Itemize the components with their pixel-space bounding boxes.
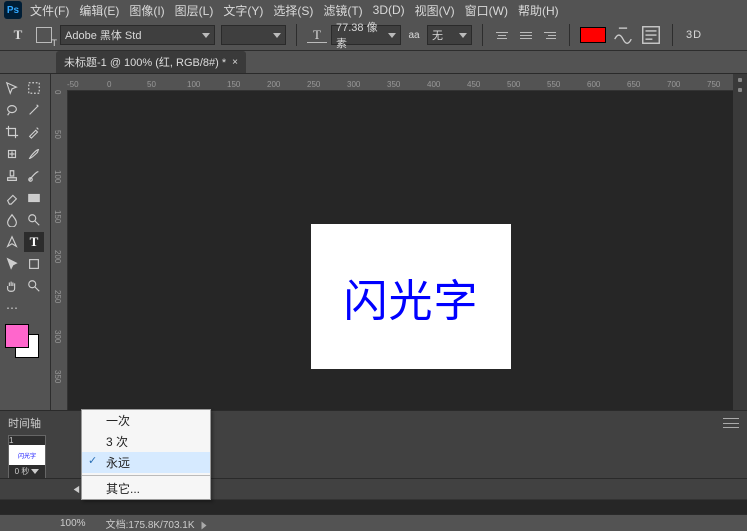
close-icon[interactable]: × [232, 57, 238, 68]
ruler-corner [51, 74, 68, 91]
edit-toolbar[interactable]: ⋯ [2, 298, 22, 318]
brush-tool[interactable] [24, 144, 44, 164]
color-swatches[interactable] [2, 320, 44, 360]
chevron-down-icon [273, 33, 281, 38]
document-tab-title: 未标题-1 @ 100% (红, RGB/8#) * [64, 54, 226, 70]
font-size-select[interactable]: 77.38 像素 [331, 25, 401, 45]
text-color-swatch[interactable] [580, 27, 606, 43]
ruler-horizontal: -50 0 50 100 150 200 250 300 350 400 450… [67, 74, 747, 91]
dodge-tool[interactable] [24, 210, 44, 230]
separator [569, 24, 570, 46]
foreground-color[interactable] [5, 324, 29, 348]
separator [296, 24, 297, 46]
chevron-down-icon [202, 33, 210, 38]
type-tool[interactable]: T [24, 232, 44, 252]
eyedropper-tool[interactable] [24, 122, 44, 142]
frame-duration[interactable]: 0 秒 [13, 465, 42, 478]
toolbox: T ⋯ [0, 74, 51, 410]
zoom-tool[interactable] [24, 276, 44, 296]
tool-orientation-icon[interactable] [34, 25, 54, 45]
chevron-down-icon [459, 33, 467, 38]
menu-layer[interactable]: 图层(L) [175, 2, 214, 19]
options-bar: T Adobe 黑体 Std T 77.38 像素 aa 无 3D [0, 20, 747, 51]
loop-options-menu: 一次 3 次 永远 其它... [81, 409, 211, 500]
status-bar: 100% 文档:175.8K/703.1K [0, 514, 747, 531]
chevron-down-icon [388, 33, 396, 38]
document-canvas[interactable]: 闪光字 [311, 224, 511, 369]
panel-dock-strip[interactable] [733, 74, 747, 410]
antialias-select[interactable]: 无 [427, 25, 472, 45]
blur-tool[interactable] [2, 210, 22, 230]
frame-number: 1 [7, 436, 47, 445]
bottom-ruler [0, 499, 747, 514]
frame-preview: 闪光字 [9, 445, 45, 465]
menu-separator [82, 475, 210, 476]
doc-info[interactable]: 文档:175.8K/703.1K [106, 516, 209, 531]
separator [482, 24, 483, 46]
current-tool-icon[interactable]: T [8, 25, 28, 45]
path-select-tool[interactable] [2, 254, 22, 274]
menu-help[interactable]: 帮助(H) [518, 2, 559, 19]
menu-view[interactable]: 视图(V) [415, 2, 455, 19]
character-panel-icon[interactable] [640, 26, 662, 44]
align-center-button[interactable] [517, 26, 535, 44]
font-size-value: 77.38 像素 [336, 19, 388, 51]
canvas-area[interactable]: -50 0 50 100 150 200 250 300 350 400 450… [51, 74, 747, 410]
font-size-icon: T [307, 28, 327, 43]
chevron-right-icon [202, 521, 207, 529]
marquee-tool[interactable] [24, 78, 44, 98]
first-frame-button[interactable] [68, 482, 82, 496]
document-tab-bar: 未标题-1 @ 100% (红, RGB/8#) * × [0, 51, 747, 74]
menu-file[interactable]: 文件(F) [30, 2, 69, 19]
wand-tool[interactable] [24, 100, 44, 120]
gradient-tool[interactable] [24, 188, 44, 208]
healing-tool[interactable] [2, 144, 22, 164]
font-family-select[interactable]: Adobe 黑体 Std [60, 25, 215, 45]
font-style-select[interactable] [221, 25, 286, 45]
timeline-tab[interactable]: 时间轴 [8, 415, 41, 431]
history-brush-tool[interactable] [24, 166, 44, 186]
document-tab[interactable]: 未标题-1 @ 100% (红, RGB/8#) * × [56, 51, 246, 73]
main-area: T ⋯ -50 0 50 100 150 200 250 300 350 400… [0, 74, 747, 410]
loop-option-forever[interactable]: 永远 [82, 452, 210, 473]
menu-type[interactable]: 文字(Y) [223, 2, 263, 19]
menu-select[interactable]: 选择(S) [273, 2, 313, 19]
antialias-icon: aa [407, 28, 421, 42]
loop-option-3times[interactable]: 3 次 [82, 431, 210, 452]
menu-bar: Ps 文件(F) 编辑(E) 图像(I) 图层(L) 文字(Y) 选择(S) 滤… [0, 0, 747, 20]
loop-option-other[interactable]: 其它... [82, 478, 210, 499]
lasso-tool[interactable] [2, 100, 22, 120]
menu-filter[interactable]: 滤镜(T) [323, 2, 362, 19]
shape-tool[interactable] [24, 254, 44, 274]
pen-tool[interactable] [2, 232, 22, 252]
hand-tool[interactable] [2, 276, 22, 296]
menu-image[interactable]: 图像(I) [129, 2, 164, 19]
panel-menu-icon[interactable] [723, 418, 739, 428]
font-family-value: Adobe 黑体 Std [65, 27, 141, 43]
antialias-value: 无 [432, 27, 443, 43]
loop-option-once[interactable]: 一次 [82, 410, 210, 431]
3d-button[interactable]: 3D [683, 26, 705, 44]
warp-text-icon[interactable] [612, 26, 634, 44]
canvas-text-layer[interactable]: 闪光字 [344, 265, 479, 329]
zoom-level[interactable]: 100% [60, 518, 86, 529]
chevron-down-icon [31, 469, 39, 474]
menu-window[interactable]: 窗口(W) [465, 2, 508, 19]
align-right-button[interactable] [541, 26, 559, 44]
menu-edit[interactable]: 编辑(E) [79, 2, 119, 19]
eraser-tool[interactable] [2, 188, 22, 208]
ruler-vertical: 0 50 100 150 200 250 300 350 400 [51, 90, 68, 410]
stamp-tool[interactable] [2, 166, 22, 186]
separator [672, 24, 673, 46]
frame-thumb[interactable]: 1 闪光字 0 秒 [8, 435, 46, 479]
move-tool[interactable] [2, 78, 22, 98]
timeline-panel: 时间轴 1 闪光字 0 秒 一次 3 次 永远 其它... 永远 [0, 410, 747, 499]
crop-tool[interactable] [2, 122, 22, 142]
menu-3d[interactable]: 3D(D) [373, 3, 405, 17]
align-left-button[interactable] [493, 26, 511, 44]
app-logo: Ps [4, 1, 22, 19]
